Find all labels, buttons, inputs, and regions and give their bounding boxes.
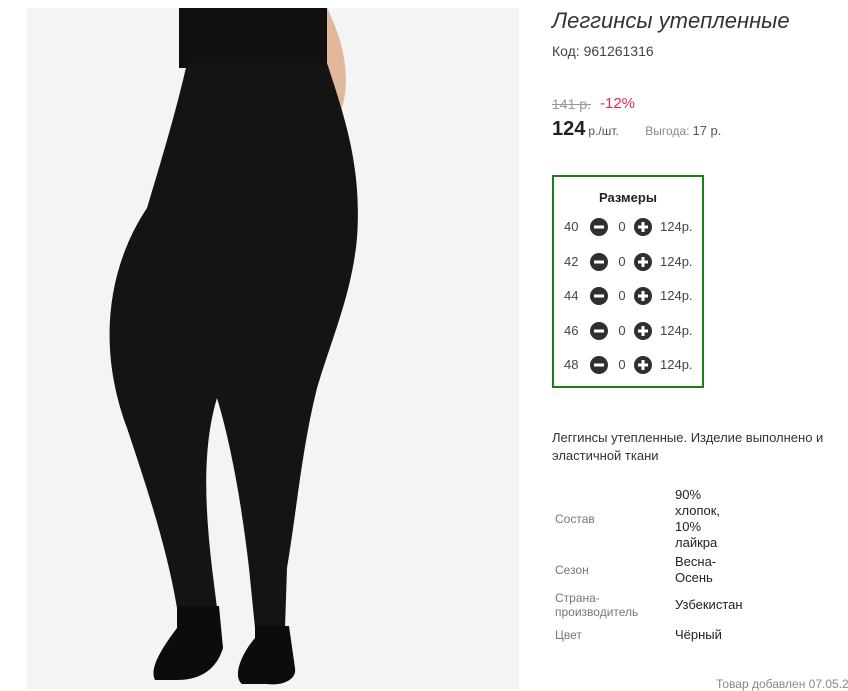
- sizes-title: Размеры: [599, 190, 657, 205]
- size-label: 48: [564, 357, 579, 372]
- size-price: 124р.: [660, 254, 693, 269]
- size-price: 124р.: [660, 288, 693, 303]
- size-label: 44: [564, 288, 579, 303]
- product-description: Леггинсы утепленные. Изделие выполнено и…: [552, 430, 824, 463]
- spec-name: Цвет: [555, 628, 582, 642]
- plus-circle-icon[interactable]: [634, 218, 652, 236]
- spec-row: Состав 90% хлопок, 10% лайкра: [552, 487, 743, 551]
- minus-circle-icon[interactable]: [590, 218, 608, 236]
- size-row-42: 42 0 124р.: [554, 252, 702, 272]
- plus-circle-icon[interactable]: [634, 287, 652, 305]
- spec-value: Весна-Осень: [675, 554, 717, 585]
- plus-circle-icon[interactable]: [634, 253, 652, 271]
- spec-name: Страна-производитель: [555, 591, 639, 619]
- size-label: 42: [564, 254, 579, 269]
- size-row-40: 40 0 124р.: [554, 217, 702, 237]
- price-row: 124 р./шт. Выгода: 17 р.: [552, 118, 721, 141]
- spec-row: Цвет Чёрный: [552, 621, 743, 649]
- product-title: Леггинсы утепленные: [552, 8, 790, 33]
- current-price: 124: [552, 118, 586, 140]
- size-row-46: 46 0 124р.: [554, 321, 702, 341]
- minus-circle-icon[interactable]: [590, 322, 608, 340]
- product-photo[interactable]: [27, 8, 519, 689]
- size-price: 124р.: [660, 323, 693, 338]
- size-label: 46: [564, 323, 579, 338]
- minus-circle-icon[interactable]: [590, 253, 608, 271]
- size-label: 40: [564, 219, 579, 234]
- saving-value: 17 р.: [692, 123, 722, 138]
- quantity-value[interactable]: 0: [612, 323, 632, 338]
- plus-circle-icon[interactable]: [634, 356, 652, 374]
- spec-value: Чёрный: [675, 627, 722, 642]
- sizes-panel: Размеры 40 0 124р. 42 0 124р. 44 0 124р.…: [552, 175, 704, 388]
- discount-badge: -12%: [600, 95, 636, 112]
- quantity-value[interactable]: 0: [612, 357, 632, 372]
- product-code: Код: 961261316: [552, 43, 654, 59]
- spec-name: Сезон: [555, 563, 589, 577]
- quantity-value[interactable]: 0: [612, 219, 632, 234]
- quantity-value[interactable]: 0: [612, 254, 632, 269]
- minus-circle-icon[interactable]: [590, 287, 608, 305]
- plus-circle-icon[interactable]: [634, 322, 652, 340]
- spec-name: Состав: [555, 512, 595, 526]
- specs-table: Состав 90% хлопок, 10% лайкра Сезон Весн…: [552, 487, 743, 649]
- spec-row: Страна-производитель Узбекистан: [552, 589, 743, 621]
- size-row-48: 48 0 124р.: [554, 355, 702, 375]
- old-price: 141 р.: [552, 96, 591, 112]
- spec-value: 90% хлопок, 10% лайкра: [675, 487, 721, 550]
- spec-value: Узбекистан: [675, 597, 743, 612]
- spec-row: Сезон Весна-Осень: [552, 551, 743, 589]
- saving-label: Выгода:: [645, 124, 690, 138]
- leggings-illustration: [27, 8, 519, 689]
- size-row-44: 44 0 124р.: [554, 286, 702, 306]
- price-unit: р./шт.: [588, 124, 619, 138]
- quantity-value[interactable]: 0: [612, 288, 632, 303]
- size-price: 124р.: [660, 357, 693, 372]
- minus-circle-icon[interactable]: [590, 356, 608, 374]
- size-price: 124р.: [660, 219, 693, 234]
